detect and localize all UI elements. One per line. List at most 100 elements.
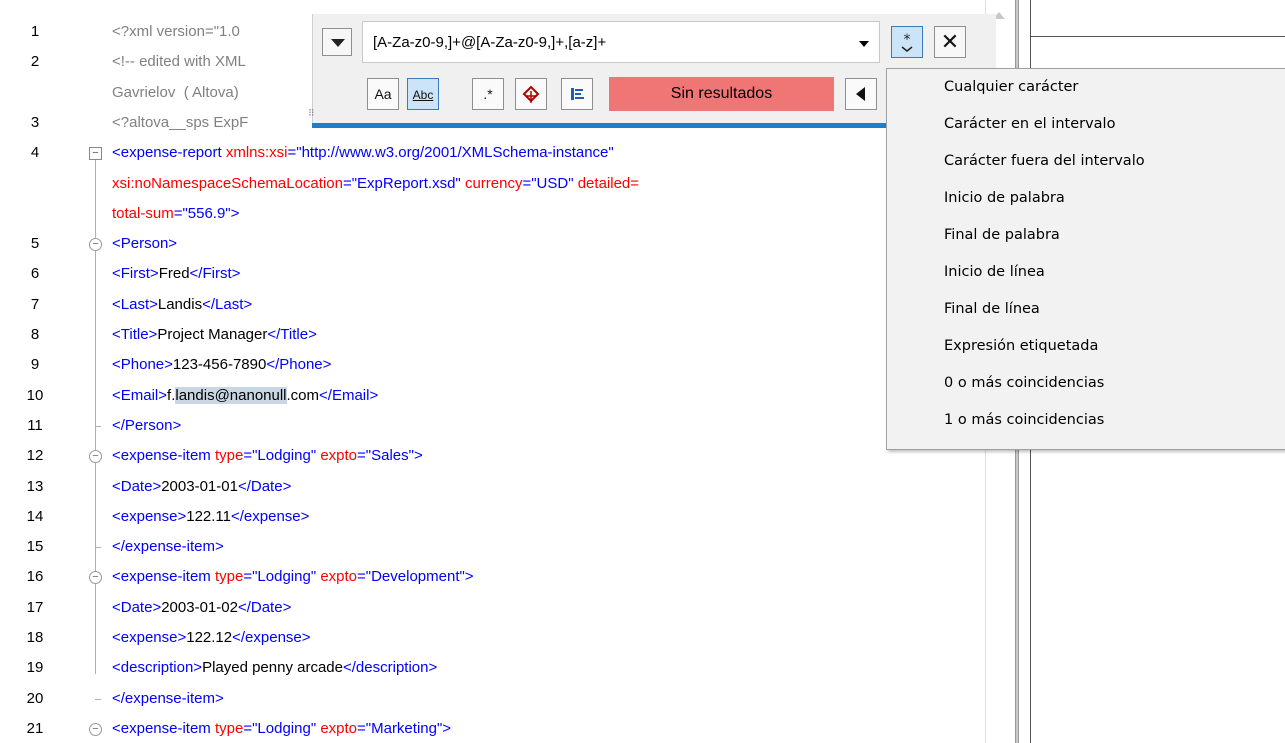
code-line[interactable]: <expense>122.12</expense> bbox=[112, 628, 311, 650]
find-in-selection-icon bbox=[571, 88, 584, 100]
code-line[interactable]: <expense-item type="Lodging" expto="Sale… bbox=[112, 446, 423, 468]
line-number: 9 bbox=[30, 356, 40, 374]
code-token: </Date> bbox=[237, 598, 292, 616]
regex-menu-item[interactable]: Final de línea bbox=[944, 301, 1040, 317]
svg-text:*: * bbox=[904, 32, 911, 48]
find-xml-node-toggle[interactable] bbox=[515, 78, 547, 110]
search-input-value: [A-Za-z0-9,]+@[A-Za-z0-9,]+,[a-z]+ bbox=[373, 34, 607, 51]
arrow-left-icon bbox=[856, 87, 865, 101]
code-token: <Phone> bbox=[112, 356, 173, 374]
regex-builder-button[interactable]: * bbox=[891, 26, 923, 58]
line-number: 15 bbox=[26, 538, 44, 556]
code-line[interactable]: <expense-item type="Lodging" expto="Mark… bbox=[112, 719, 451, 741]
xml-node-icon bbox=[522, 85, 540, 103]
code-token: Landis bbox=[157, 295, 203, 313]
code-token: <!-- edited with XML bbox=[112, 53, 246, 71]
code-line[interactable]: <?xml version="1.0 bbox=[112, 22, 240, 44]
resize-grip-icon[interactable]: ⠿ bbox=[308, 108, 315, 119]
find-mode-dropdown-button[interactable] bbox=[322, 28, 352, 56]
code-token: </Phone> bbox=[266, 356, 332, 374]
search-status-badge: Sin resultados bbox=[609, 77, 834, 111]
code-token: </Date> bbox=[237, 477, 292, 495]
fold-guide bbox=[95, 159, 96, 675]
code-token: expto bbox=[320, 719, 358, 737]
history-dropdown-icon[interactable] bbox=[859, 41, 869, 47]
code-line[interactable]: <expense-item type="Lodging" expto="Deve… bbox=[112, 567, 474, 589]
code-token: expto bbox=[320, 447, 358, 465]
regex-icon: .* bbox=[483, 86, 493, 102]
code-token: 2003-01-02 bbox=[161, 598, 238, 616]
line-number: 14 bbox=[26, 507, 44, 525]
collapse-icon[interactable]: − bbox=[89, 147, 102, 161]
code-token: </expense> bbox=[232, 629, 311, 646]
code-line[interactable]: <expense>122.11</expense> bbox=[112, 507, 309, 529]
code-line[interactable]: <Phone>123-456-7890</Phone> bbox=[112, 355, 331, 377]
collapse-icon[interactable]: − bbox=[89, 722, 102, 736]
code-token: </description> bbox=[343, 659, 438, 677]
regex-menu-item[interactable]: Inicio de línea bbox=[944, 264, 1045, 280]
code-token: <Person> bbox=[112, 235, 178, 253]
regex-menu-item[interactable]: Carácter fuera del intervalo bbox=[944, 153, 1145, 169]
code-line[interactable]: <Title>Project Manager</Title> bbox=[112, 325, 317, 347]
code-token: <Date> bbox=[112, 598, 162, 616]
code-token: 2003-01-01 bbox=[161, 477, 238, 495]
code-token: Project Manager bbox=[157, 326, 268, 343]
line-number: 3 bbox=[30, 113, 40, 131]
fold-end-marker bbox=[95, 698, 101, 700]
line-number: 13 bbox=[26, 477, 44, 495]
code-line[interactable]: <Date>2003-01-01</Date> bbox=[112, 477, 291, 499]
code-token: .com bbox=[286, 386, 320, 404]
find-previous-button[interactable] bbox=[845, 78, 877, 110]
code-token: <Date> bbox=[112, 477, 162, 495]
code-line[interactable]: <Last>Landis</Last> bbox=[112, 295, 252, 317]
code-token: <First> bbox=[112, 265, 159, 283]
match-case-toggle[interactable]: Aa bbox=[367, 78, 399, 110]
code-token: ="Lodging" bbox=[243, 719, 321, 737]
close-find-button[interactable]: ✕ bbox=[934, 26, 966, 58]
find-bar-accent bbox=[312, 123, 984, 128]
code-token: 122.11 bbox=[186, 507, 231, 525]
code-line[interactable]: xsi:noNamespaceSchemaLocation="ExpReport… bbox=[112, 174, 639, 196]
code-line[interactable]: <!-- edited with XML bbox=[112, 52, 246, 74]
regex-menu-item[interactable]: Cualquier carácter bbox=[944, 79, 1078, 95]
code-token: </expense-item> bbox=[112, 538, 224, 556]
regex-menu-item[interactable]: 1 o más coincidencias bbox=[944, 412, 1104, 428]
code-line[interactable]: total-sum="556.9"> bbox=[112, 204, 239, 226]
code-line[interactable]: <description>Played penny arcade</descri… bbox=[112, 658, 437, 680]
code-line[interactable]: <?altova__sps ExpF bbox=[112, 113, 248, 135]
code-line[interactable]: <expense-report xmlns:xsi="http://www.w3… bbox=[112, 143, 614, 165]
code-line[interactable]: </Person> bbox=[112, 416, 181, 438]
regex-menu-item[interactable]: 0 o más coincidencias bbox=[944, 375, 1104, 391]
code-line[interactable]: Gavrielov ( Altova) bbox=[112, 83, 239, 105]
code-token: ="Lodging" bbox=[243, 447, 321, 465]
code-token: <?altova__sps ExpF bbox=[112, 113, 249, 131]
code-token: ="USD" bbox=[522, 174, 578, 192]
code-token: ="Sales"> bbox=[357, 447, 423, 465]
regex-menu-item[interactable]: Carácter en el intervalo bbox=[944, 116, 1115, 132]
find-in-selection-toggle[interactable] bbox=[561, 78, 593, 110]
side-panel-divider bbox=[1031, 36, 1285, 37]
line-number: 12 bbox=[26, 447, 44, 465]
search-input[interactable]: [A-Za-z0-9,]+@[A-Za-z0-9,]+,[a-z]+ bbox=[362, 21, 880, 63]
code-line[interactable]: </expense-item> bbox=[112, 537, 224, 559]
code-token: </First> bbox=[189, 265, 241, 283]
code-token: Played penny arcade bbox=[202, 659, 343, 677]
code-line[interactable]: <Date>2003-01-02</Date> bbox=[112, 598, 291, 620]
regex-toggle[interactable]: .* bbox=[472, 78, 504, 110]
code-token: ="Lodging" bbox=[243, 568, 321, 586]
whole-word-toggle[interactable]: Abc bbox=[407, 78, 439, 110]
code-token: </Last> bbox=[202, 295, 253, 313]
code-line[interactable]: <Email>f.landis@nanonull.com</Email> bbox=[112, 386, 378, 408]
line-number: 21 bbox=[26, 719, 44, 737]
code-token: Gavrielov ( Altova) bbox=[112, 83, 239, 101]
collapse-icon[interactable]: − bbox=[89, 238, 102, 252]
code-line[interactable]: <First>Fred</First> bbox=[112, 264, 240, 286]
regex-menu-item[interactable]: Inicio de palabra bbox=[944, 190, 1065, 206]
code-token: </Title> bbox=[267, 326, 317, 343]
chevron-down-icon bbox=[331, 39, 345, 47]
regex-menu-item[interactable]: Final de palabra bbox=[944, 227, 1060, 243]
code-line[interactable]: </expense-item> bbox=[112, 689, 224, 711]
regex-menu-item[interactable]: Expresión etiquetada bbox=[944, 338, 1098, 354]
code-line[interactable]: <Person> bbox=[112, 234, 177, 256]
code-token: type bbox=[214, 568, 244, 586]
